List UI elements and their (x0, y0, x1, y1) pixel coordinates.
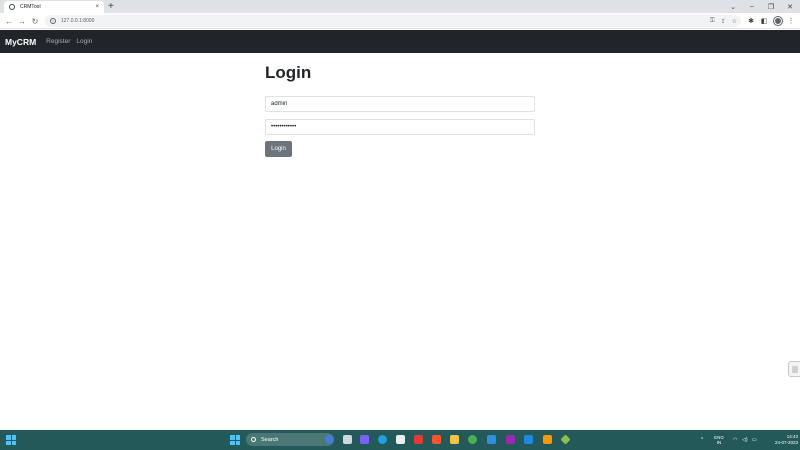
new-tab-button[interactable]: + (108, 1, 114, 12)
system-clock[interactable]: 14:43 24-07-2023 (764, 434, 798, 446)
edge-browser-icon[interactable] (378, 435, 387, 444)
login-button[interactable]: Login (265, 141, 292, 157)
brave-browser-icon[interactable] (432, 435, 441, 444)
minimize-button[interactable]: – (743, 0, 761, 13)
file-explorer-icon[interactable] (450, 435, 459, 444)
taskbar-search[interactable]: Search (246, 433, 334, 446)
login-form: Login Login (265, 62, 535, 157)
browser-tabstrip: CRMTool × + ⌄ – ❐ ✕ (0, 0, 800, 13)
browser-tab[interactable]: CRMTool × (4, 1, 104, 13)
share-icon[interactable]: ⇪ (721, 18, 726, 25)
tray-chevron-icon[interactable]: ^ (701, 430, 703, 450)
nav-link-login[interactable]: Login (76, 38, 92, 45)
region-code: IN (716, 440, 722, 445)
windows-start-icon[interactable] (230, 435, 240, 445)
screen: CRMTool × + ⌄ – ❐ ✕ ← → ↻ i 127.0.0.1:80… (0, 0, 800, 450)
office-icon[interactable] (414, 435, 423, 444)
search-icon (251, 437, 256, 442)
site-info-icon[interactable]: i (50, 18, 56, 24)
side-feedback-tab[interactable] (788, 361, 800, 377)
task-view-icon[interactable] (343, 435, 352, 444)
page-title: Login (265, 63, 312, 82)
app-diamond-icon[interactable] (560, 434, 571, 445)
nav-link-register[interactable]: Register (46, 38, 70, 45)
chrome-browser-icon[interactable] (468, 435, 477, 444)
bookmark-star-icon[interactable]: ☆ (732, 18, 737, 25)
search-label: Search (261, 436, 279, 443)
sublime-text-icon[interactable] (543, 435, 552, 444)
extensions-puzzle-icon[interactable]: ✱ (746, 13, 756, 29)
bing-icon[interactable] (325, 435, 334, 444)
profile-avatar-icon[interactable] (773, 13, 783, 29)
app-multicolor-icon[interactable] (506, 435, 515, 444)
menu-dots-icon[interactable]: ⋮ (786, 13, 796, 29)
url-text[interactable]: 127.0.0.1:8000 (61, 18, 94, 24)
tab-title: CRMTool (20, 4, 41, 10)
teams-chat-icon[interactable] (360, 435, 369, 444)
language-indicator[interactable]: ENG IN (712, 435, 726, 445)
os-taskbar: Search ^ ENG IN ◠ ◁) ▭ 14:43 24-07-2023 (0, 430, 800, 450)
address-bar[interactable]: i 127.0.0.1:8000 ⚿ ⇪ ☆ (45, 15, 741, 27)
clock-date: 24-07-2023 (774, 440, 798, 445)
key-icon[interactable]: ⚿ (710, 18, 715, 25)
reload-icon[interactable]: ↻ (29, 13, 41, 29)
close-window-button[interactable]: ✕ (781, 0, 799, 13)
wifi-icon[interactable]: ◠ (733, 430, 737, 450)
password-input[interactable] (265, 119, 535, 135)
maximize-button[interactable]: ❐ (762, 0, 780, 13)
word-app-icon[interactable] (524, 435, 533, 444)
side-panel-icon[interactable]: ◧ (759, 13, 769, 29)
widgets-icon[interactable] (6, 435, 16, 445)
forward-arrow-icon[interactable]: → (16, 13, 28, 29)
close-tab-icon[interactable]: × (95, 4, 99, 10)
store-icon[interactable] (396, 435, 405, 444)
volume-icon[interactable]: ◁) (742, 430, 748, 450)
back-arrow-icon[interactable]: ← (3, 13, 15, 29)
tab-search-icon[interactable]: ⌄ (724, 0, 742, 13)
battery-icon[interactable]: ▭ (752, 430, 757, 450)
app-navbar: MyCRM Register Login (0, 30, 800, 53)
vscode-icon[interactable] (487, 435, 496, 444)
globe-icon (9, 4, 15, 10)
username-input[interactable] (265, 96, 535, 112)
browser-toolbar: ← → ↻ i 127.0.0.1:8000 ⚿ ⇪ ☆ ✱ ◧ ⋮ (0, 13, 800, 29)
brand-link[interactable]: MyCRM (5, 37, 36, 47)
